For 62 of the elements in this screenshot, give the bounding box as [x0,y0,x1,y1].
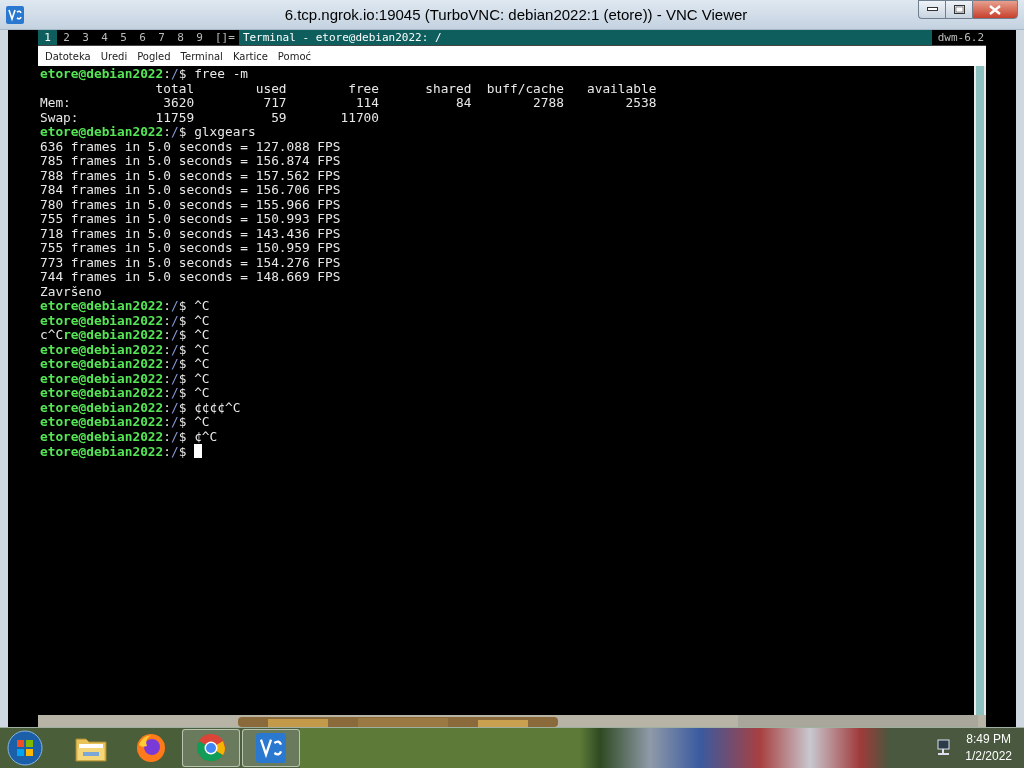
terminal-line: 788 frames in 5.0 seconds = 157.562 FPS [40,167,341,183]
terminal-line: etore@debian2022:/$ ^C [40,298,210,313]
clock-date[interactable]: 1/2/2022 [965,748,1012,765]
terminal-line: etore@debian2022:/$ ¢¢¢¢^C [40,399,241,415]
terminal-line: 755 frames in 5.0 seconds = 150.993 FPS [40,211,341,226]
terminal-line: etore@debian2022:/$ ^C [40,312,210,328]
terminal-line: total used free shared buff/cache available [155,80,657,96]
scrollbar[interactable] [974,66,986,715]
terminal-line: 636 frames in 5.0 seconds = 127.088 FPS [40,138,341,154]
workspace-tag[interactable]: 3 [76,30,95,45]
terminal-line: 784 frames in 5.0 seconds = 156.706 FPS [40,182,341,197]
clock-time[interactable]: 8:49 PM [965,731,1012,748]
terminal-line: etore@debian2022:/$ ^C [40,341,210,357]
taskbar-button[interactable] [242,729,300,767]
terminal-line: etore@debian2022:/$ ^C [40,370,210,386]
terminal-line: etore@debian2022:/$ free -m [40,66,249,81]
workspace-tag[interactable]: 1 [38,30,57,45]
browser-icon [195,732,227,764]
minimize-button[interactable] [918,0,945,19]
status-text: dwm-6.2 [936,30,985,45]
window-title: 6.tcp.ngrok.io:19045 (TurboVNC: debian2022:1 (etore)) - VNC Viewer [283,6,749,23]
menu-item[interactable]: Datoteka [40,50,96,62]
terminal-line: etore@debian2022:/$ [40,444,188,459]
app-icon [6,5,24,24]
terminal-line: etore@debian2022:/$ ^C [40,414,210,429]
browser-icon [135,732,167,764]
workspace-tag[interactable]: 7 [152,30,171,45]
terminal-line: c^C re@debian2022:/$ ^C [40,327,210,342]
terminal-line: 780 frames in 5.0 seconds = 155.966 FPS [40,196,341,212]
terminal-line: 785 frames in 5.0 seconds = 156.874 FPS [40,153,341,168]
workspace-tag[interactable]: 9 [190,30,209,45]
workspace-tag[interactable]: 4 [95,30,114,45]
close-icon [989,4,1001,15]
terminal-line: Swap: 11759 59 11700 [40,109,379,125]
focused-window-title: Terminal - etore@debian2022: / [238,30,932,45]
workspace-tag[interactable]: 5 [114,30,133,45]
menu-item[interactable]: Uredi [95,50,133,62]
layout-symbol[interactable]: []= [209,30,239,45]
menu-item[interactable]: Kartice [227,50,273,62]
terminal-line: 773 frames in 5.0 seconds = 154.276 FPS [40,254,341,270]
menu-item[interactable]: Pogled [132,50,176,62]
close-button[interactable] [972,0,1018,19]
minimize-icon [926,7,938,12]
terminal-line: Završeno [40,283,102,299]
terminal-line: 744 frames in 5.0 seconds = 148.669 FPS [40,269,341,284]
start-button[interactable] [6,729,44,767]
terminal-line: etore@debian2022:/$ glxgears [40,124,256,139]
terminal-line: etore@debian2022:/$ ¢^C [40,428,218,444]
app-icon [256,733,286,763]
terminal-line: etore@debian2022:/$ ^C [40,385,210,400]
workspace-tag[interactable]: 2 [57,30,76,45]
menu-item[interactable]: Pomoć [272,50,316,62]
maximize-icon [953,5,965,14]
maximize-button[interactable] [945,0,972,19]
terminal-line: etore@debian2022:/$ ^C [40,356,210,371]
terminal-line: 755 frames in 5.0 seconds = 150.959 FPS [40,240,341,255]
workspace-tag[interactable]: 6 [133,30,152,45]
taskbar-button[interactable] [182,729,240,767]
terminal-line: Mem: 3620 717 114 84 2788 2538 [40,95,657,110]
terminal-line: 718 frames in 5.0 seconds = 143.436 FPS [40,225,341,241]
workspace-tag[interactable]: 8 [171,30,190,45]
menu-item[interactable]: Terminal [175,50,228,62]
